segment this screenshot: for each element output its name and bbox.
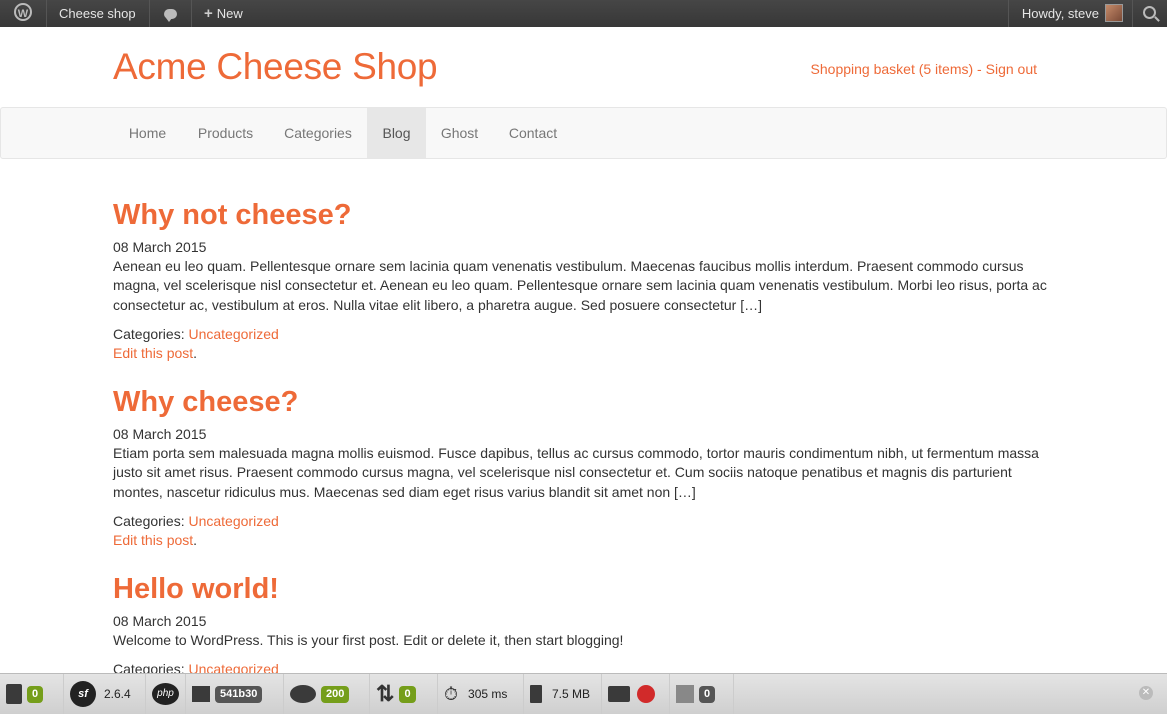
nav-item-contact[interactable]: Contact <box>493 108 573 158</box>
edit-post: Edit this post. <box>113 344 1063 363</box>
post-categories: Categories: Uncategorized <box>113 325 1063 344</box>
post-title[interactable]: Why cheese? <box>113 385 1063 419</box>
toolbar-memory[interactable]: 7.5 MB <box>524 674 602 714</box>
header-links: Shopping basket (5 items) - Sign out <box>811 61 1037 77</box>
avatar <box>1105 4 1123 23</box>
edit-post: Edit this post. <box>113 531 1063 550</box>
categories-label: Categories: <box>113 512 189 529</box>
edit-suffix: . <box>193 344 198 361</box>
edit-suffix: . <box>193 531 198 548</box>
symfony-version: 2.6.4 <box>104 687 131 701</box>
queries-count-badge: 0 <box>699 685 716 703</box>
post-categories: Categories: Uncategorized <box>113 512 1063 531</box>
redirects-count-badge: 0 <box>399 685 416 703</box>
toolbar-database[interactable]: 0 <box>670 674 734 714</box>
symfony-icon: sf <box>70 681 96 707</box>
comment-icon <box>163 9 177 22</box>
gears-icon <box>290 685 316 703</box>
post-title[interactable]: Why not cheese? <box>113 198 1063 232</box>
debug-toolbar: 0 sf 2.6.4 php 541b30 200 ⇅ 0 ⏱ 305 ms 7… <box>0 673 1167 714</box>
toolbar-status[interactable]: 200 <box>284 674 370 714</box>
post-title[interactable]: Hello world! <box>113 572 1063 606</box>
admin-bar-divider <box>191 0 192 27</box>
new-content-button[interactable]: + New <box>204 0 243 27</box>
post-date: 08 March 2015 <box>113 426 207 442</box>
close-icon[interactable]: ✕ <box>1139 686 1153 700</box>
sign-out-link[interactable]: Sign out <box>986 61 1037 77</box>
categories-label: Categories: <box>113 325 189 342</box>
admin-bar-divider <box>46 0 47 27</box>
plus-icon: + <box>204 5 213 22</box>
search-button[interactable] <box>1131 0 1167 27</box>
nav-item-products[interactable]: Products <box>182 108 269 158</box>
admin-bar: Cheese shop +New Howdy, steve <box>0 0 1167 28</box>
wordpress-icon <box>14 1 32 28</box>
toolbar-mailer-ghost[interactable] <box>602 674 670 714</box>
php-icon: php <box>152 683 179 705</box>
toolbar-php-info[interactable]: php <box>146 674 186 714</box>
nav-item-ghost[interactable]: Ghost <box>426 108 493 158</box>
post-excerpt: Welcome to WordPress. This is your first… <box>113 632 624 648</box>
post-excerpt: Etiam porta sem malesuada magna mollis e… <box>113 445 1039 500</box>
blog-post: Why cheese? 08 March 2015 Etiam porta se… <box>113 385 1063 550</box>
admin-bar-divider <box>1008 0 1009 27</box>
clipboard-icon <box>6 684 22 704</box>
timeline-icon <box>192 686 210 702</box>
memory-icon <box>530 685 542 703</box>
edit-post-link[interactable]: Edit this post <box>113 345 193 361</box>
comments-button[interactable] <box>150 0 190 27</box>
status-code-badge: 200 <box>321 685 350 703</box>
shopping-basket-link[interactable]: Shopping basket (5 items) <box>811 61 974 77</box>
category-link[interactable]: Uncategorized <box>188 326 278 342</box>
toolbar-requests[interactable]: 0 <box>0 674 64 714</box>
toolbar-request-token[interactable]: 541b30 <box>186 674 284 714</box>
header-separator: - <box>973 61 986 77</box>
request-time: 305 ms <box>468 687 508 701</box>
new-label: New <box>216 6 243 21</box>
nav-item-blog[interactable]: Blog <box>367 108 426 158</box>
requests-count-badge: 0 <box>27 685 44 703</box>
site-title[interactable]: Acme Cheese Shop <box>113 46 438 88</box>
post-date: 08 March 2015 <box>113 239 207 255</box>
toolbar-redirects[interactable]: ⇅ 0 <box>370 674 438 714</box>
nav-item-categories[interactable]: Categories <box>269 108 367 158</box>
database-icon <box>676 685 694 703</box>
main-navigation: Home Products Categories Blog Ghost Cont… <box>0 107 1167 159</box>
token-badge: 541b30 <box>215 685 263 703</box>
post-date: 08 March 2015 <box>113 613 207 629</box>
toolbar-time[interactable]: ⏱ 305 ms <box>438 674 524 714</box>
blog-post: Hello world! 08 March 2015 Welcome to Wo… <box>113 572 1063 679</box>
nav-item-home[interactable]: Home <box>114 108 181 158</box>
mail-icon <box>608 686 630 702</box>
wordpress-logo-button[interactable] <box>0 0 46 28</box>
toolbar-symfony-version[interactable]: sf 2.6.4 <box>64 674 146 714</box>
arrows-icon: ⇅ <box>376 681 395 706</box>
category-link[interactable]: Uncategorized <box>188 513 278 529</box>
howdy-text: Howdy, steve <box>1021 6 1099 21</box>
edit-post-link[interactable]: Edit this post <box>113 532 193 548</box>
ghost-icon <box>637 685 655 703</box>
memory-usage: 7.5 MB <box>552 687 591 701</box>
search-icon <box>1142 6 1156 19</box>
blog-post: Why not cheese? 08 March 2015 Aenean eu … <box>113 198 1063 363</box>
site-name-link[interactable]: Cheese shop <box>59 0 136 27</box>
user-account-menu[interactable]: Howdy, steve <box>1022 0 1123 27</box>
stopwatch-icon: ⏱ <box>444 683 459 704</box>
post-excerpt: Aenean eu leo quam. Pellentesque ornare … <box>113 258 1047 313</box>
